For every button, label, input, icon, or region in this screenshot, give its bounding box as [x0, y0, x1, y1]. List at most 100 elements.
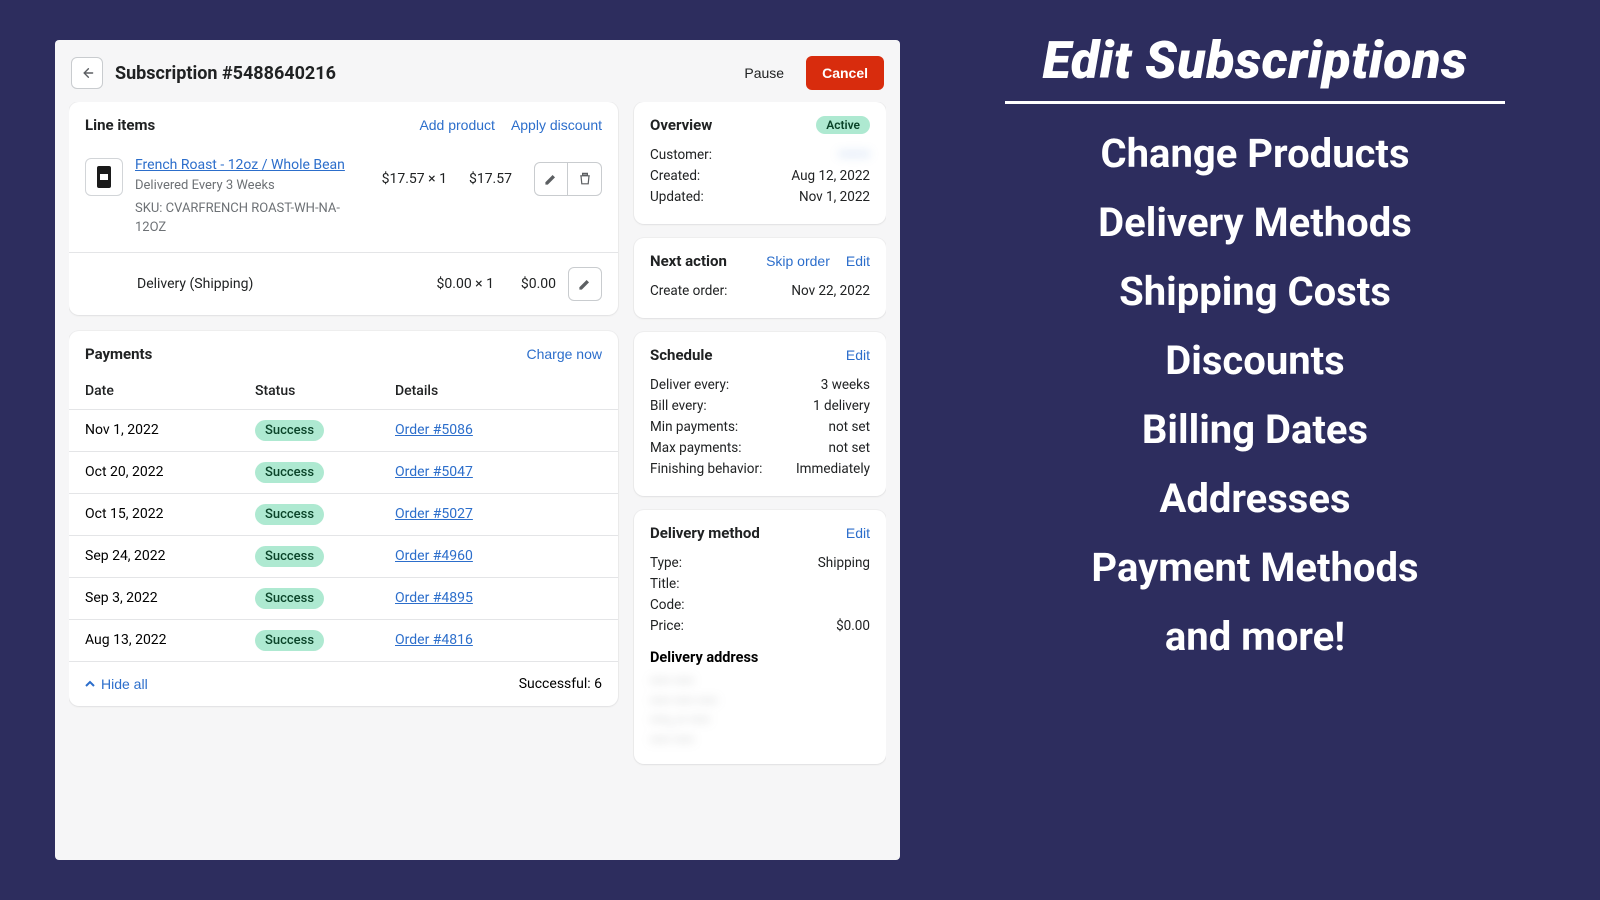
delete-line-item-button[interactable]	[568, 162, 602, 196]
col-details: Details	[395, 383, 602, 399]
marketing-panel: Edit Subscriptions Change Products Delive…	[900, 0, 1600, 900]
shipping-total: $0.00	[506, 276, 556, 292]
payments-card: Payments Charge now Date Status Details …	[69, 331, 618, 706]
page-title: Subscription #5488640216	[115, 63, 722, 84]
col-status: Status	[255, 383, 395, 399]
admin-app-frame: Subscription #5488640216 Pause Cancel Li…	[55, 40, 900, 860]
payment-status-badge: Success	[255, 588, 324, 609]
schedule-key: Max payments:	[650, 440, 742, 456]
schedule-value: Immediately	[796, 461, 870, 477]
marketing-title: Edit Subscriptions	[940, 30, 1570, 91]
delivery-key: Type:	[650, 555, 682, 571]
create-order-label: Create order:	[650, 283, 727, 299]
line-item-cadence: Delivered Every 3 Weeks	[135, 177, 370, 196]
overview-card: Overview Active Customer:——— Created:Aug…	[634, 102, 886, 224]
marketing-item: Addresses	[940, 475, 1570, 522]
marketing-item: Discounts	[940, 337, 1570, 384]
skip-order-link[interactable]: Skip order	[766, 253, 830, 269]
shipping-line-row: Delivery (Shipping) $0.00 × 1 $0.00	[69, 253, 618, 315]
apply-discount-link[interactable]: Apply discount	[511, 117, 602, 133]
delivery-key: Title:	[650, 576, 679, 592]
schedule-key: Bill every:	[650, 398, 707, 414]
marketing-item: Shipping Costs	[940, 268, 1570, 315]
create-order-value: Nov 22, 2022	[791, 283, 870, 299]
payment-row: Oct 20, 2022SuccessOrder #5047	[69, 452, 618, 494]
delivery-key: Price:	[650, 618, 684, 634]
order-link[interactable]: Order #4960	[395, 548, 473, 564]
overview-customer-value[interactable]: ———	[838, 147, 870, 163]
order-link[interactable]: Order #5027	[395, 506, 473, 522]
title-underline	[1005, 101, 1505, 104]
order-link[interactable]: Order #5086	[395, 422, 473, 438]
pause-button[interactable]: Pause	[734, 57, 794, 89]
status-badge: Active	[816, 116, 870, 134]
payment-date: Oct 20, 2022	[85, 464, 255, 480]
overview-customer-label: Customer:	[650, 147, 712, 163]
charge-now-link[interactable]: Charge now	[527, 346, 603, 362]
schedule-key: Finishing behavior:	[650, 461, 762, 477]
overview-updated-value: Nov 1, 2022	[799, 189, 870, 205]
pencil-icon	[577, 276, 593, 292]
payment-status-badge: Success	[255, 504, 324, 525]
line-item-total: $17.57	[469, 171, 512, 187]
next-action-title: Next action	[650, 252, 727, 270]
back-button[interactable]	[71, 57, 103, 89]
payments-title: Payments	[85, 345, 152, 363]
shipping-label: Delivery (Shipping)	[85, 276, 425, 292]
schedule-key: Min payments:	[650, 419, 738, 435]
schedule-value: not set	[829, 419, 870, 435]
schedule-card: Schedule Edit Deliver every: 3 weeks Bill …	[634, 332, 886, 496]
payment-date: Sep 24, 2022	[85, 548, 255, 564]
marketing-item: Payment Methods	[940, 544, 1570, 591]
shipping-unit: $0.00 × 1	[437, 276, 494, 292]
delivery-value: Shipping	[818, 555, 870, 571]
order-link[interactable]: Order #4895	[395, 590, 473, 606]
col-date: Date	[85, 383, 255, 399]
line-item-sku: SKU: CVARFRENCH ROAST-WH-NA-12OZ	[135, 200, 370, 238]
cancel-button[interactable]: Cancel	[806, 56, 884, 90]
line-items-title: Line items	[85, 116, 155, 134]
overview-created-label: Created:	[650, 168, 700, 184]
payments-successful-count: Successful: 6	[519, 676, 602, 692]
order-link[interactable]: Order #5047	[395, 464, 473, 480]
payment-row: Sep 24, 2022Success Order #4960	[69, 536, 618, 578]
hide-all-button[interactable]: Hide all	[85, 676, 148, 692]
chevron-up-icon	[85, 679, 95, 689]
schedule-value: 3 weeks	[821, 377, 870, 393]
edit-next-action-link[interactable]: Edit	[846, 253, 870, 269]
payment-row: Aug 13, 2022Success Order #4816	[69, 620, 618, 662]
product-name-link[interactable]: French Roast - 12oz / Whole Bean	[135, 157, 345, 173]
payment-row: Nov 1, 2022SuccessOrder #5086	[69, 410, 618, 452]
delivery-key: Code:	[650, 597, 685, 613]
payments-header-row: Date Status Details	[69, 373, 618, 410]
edit-delivery-link[interactable]: Edit	[846, 525, 870, 541]
line-item-row: French Roast - 12oz / Whole Bean Deliver…	[69, 144, 618, 253]
delivery-method-card: Delivery method Edit Type: Shipping Title:…	[634, 510, 886, 764]
edit-shipping-button[interactable]	[568, 267, 602, 301]
arrow-left-icon	[80, 66, 94, 80]
payment-row: Oct 15, 2022Success Order #5027	[69, 494, 618, 536]
line-items-card: Line items Add product Apply discount Fr…	[69, 102, 618, 315]
schedule-value: 1 delivery	[813, 398, 870, 414]
trash-icon	[577, 171, 593, 187]
marketing-item: Change Products	[940, 130, 1570, 177]
marketing-item: Delivery Methods	[940, 199, 1570, 246]
order-link[interactable]: Order #4816	[395, 632, 473, 648]
payment-status-badge: Success	[255, 630, 324, 651]
edit-line-item-button[interactable]	[534, 162, 568, 196]
edit-schedule-link[interactable]: Edit	[846, 347, 870, 363]
schedule-title: Schedule	[650, 346, 712, 364]
product-thumbnail	[85, 158, 123, 196]
payment-status-badge: Success	[255, 420, 324, 441]
overview-title: Overview	[650, 116, 712, 134]
add-product-link[interactable]: Add product	[419, 117, 495, 133]
payment-row: Sep 3, 2022SuccessOrder #4895	[69, 578, 618, 620]
payment-date: Aug 13, 2022	[85, 632, 255, 648]
delivery-method-title: Delivery method	[650, 524, 760, 542]
overview-updated-label: Updated:	[650, 189, 704, 205]
payment-status-badge: Success	[255, 546, 324, 567]
payment-date: Oct 15, 2022	[85, 506, 255, 522]
schedule-key: Deliver every:	[650, 377, 729, 393]
line-item-unit: $17.57 × 1	[382, 171, 447, 187]
app-header: Subscription #5488640216 Pause Cancel	[69, 54, 886, 102]
